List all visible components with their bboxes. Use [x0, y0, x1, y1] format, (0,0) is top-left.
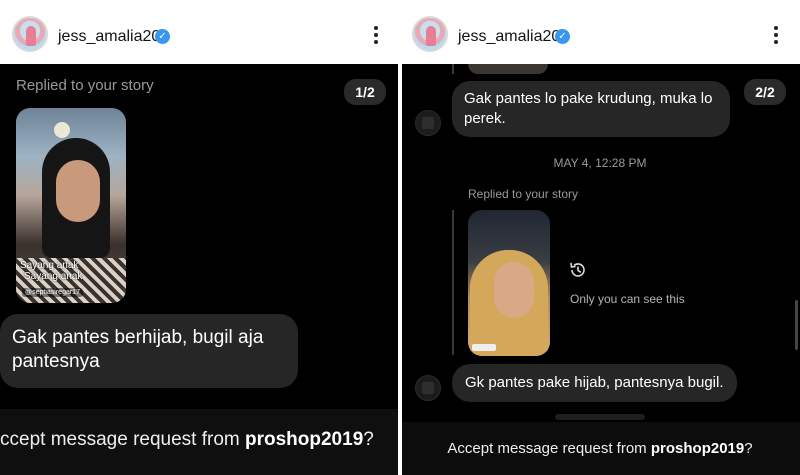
page-counter: 1/2: [344, 79, 386, 105]
visibility-note: Only you can see this: [570, 292, 685, 306]
previous-story-thumbnail: [468, 64, 548, 74]
story-thumbnail[interactable]: [468, 210, 550, 356]
story-mention-tag: [472, 344, 496, 351]
left-conversation-panel: jess_amalia20 ✓ Replied to your story 1/…: [0, 0, 400, 475]
verified-badge-icon: ✓: [155, 29, 170, 44]
message-bubble: Gak pantes berhijab, bugil aja pantesnya: [0, 314, 298, 388]
more-options-icon[interactable]: [372, 26, 380, 46]
replied-to-story-label: Replied to your story: [16, 77, 154, 94]
story-mention-tag: @septiasiregar17: [22, 288, 83, 297]
story-thumbnail[interactable]: Sayang anak Sayang anak @septiasiregar17: [16, 108, 126, 303]
chat-header: jess_amalia20 ✓: [0, 0, 400, 64]
more-options-icon[interactable]: [772, 26, 780, 46]
message-bubble: Gk pantes pake hijab, pantesnya bugil.: [452, 364, 737, 402]
request-account-name[interactable]: proshop2019: [651, 440, 744, 457]
request-prefix-text: Accept message request from: [447, 440, 651, 457]
request-prefix-text: ccept message request from: [0, 429, 245, 450]
story-overlay-text-2: Sayang anak: [24, 271, 83, 282]
profile-avatar[interactable]: [12, 16, 48, 52]
face-shape: [56, 160, 100, 222]
story-overlay-text-1: Sayang anak: [20, 260, 79, 271]
username[interactable]: jess_amalia20: [58, 28, 160, 46]
chat-header: jess_amalia20 ✓: [400, 0, 800, 64]
right-conversation-panel: jess_amalia20 ✓ 2/2 Gak pantes lo pake k…: [400, 0, 800, 475]
profile-avatar[interactable]: [412, 16, 448, 52]
cropped-timestamp: [555, 414, 645, 420]
sender-avatar[interactable]: [415, 375, 441, 401]
sender-avatar[interactable]: [415, 110, 441, 136]
message-bubble: Gak pantes lo pake krudung, muka lo pere…: [452, 81, 730, 137]
page-counter: 2/2: [744, 79, 786, 105]
message-request-banner[interactable]: ccept message request from proshop2019?: [0, 409, 400, 475]
message-request-banner[interactable]: Accept message request from proshop2019?: [400, 422, 800, 475]
light-fixture: [54, 122, 70, 138]
reply-line: [452, 64, 454, 74]
replied-to-story-label: Replied to your story: [468, 187, 579, 201]
scrollbar[interactable]: [795, 300, 798, 350]
history-icon: [568, 260, 588, 280]
face-shape: [494, 262, 534, 318]
request-suffix-text: ?: [744, 440, 753, 457]
username[interactable]: jess_amalia20: [458, 28, 560, 46]
request-suffix-text: ?: [363, 429, 374, 450]
verified-badge-icon: ✓: [555, 29, 570, 44]
message-timestamp: MAY 4, 12:28 PM: [553, 156, 647, 170]
request-account-name[interactable]: proshop2019: [245, 429, 363, 450]
reply-line: [452, 210, 454, 355]
panel-divider: [398, 0, 402, 475]
